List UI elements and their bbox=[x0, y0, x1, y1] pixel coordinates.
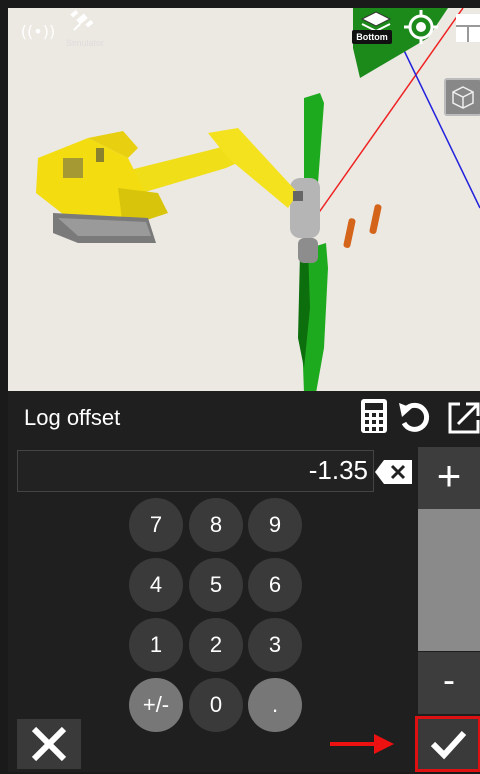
signal-broadcast-icon[interactable]: ((•)) bbox=[16, 16, 60, 46]
offset-value: -1.35 bbox=[308, 455, 368, 485]
map-grid-icon[interactable] bbox=[454, 12, 480, 44]
stepper-track[interactable] bbox=[418, 509, 480, 651]
panel-title: Log offset bbox=[24, 405, 121, 430]
close-icon bbox=[31, 726, 67, 762]
key-3[interactable]: 3 bbox=[248, 618, 302, 672]
key-9[interactable]: 9 bbox=[248, 498, 302, 552]
key-plus-minus[interactable]: +/- bbox=[129, 678, 183, 732]
increment-button[interactable]: + bbox=[418, 447, 480, 509]
confirm-button[interactable] bbox=[415, 716, 480, 772]
cancel-button[interactable] bbox=[17, 719, 81, 769]
backspace-icon[interactable] bbox=[374, 458, 414, 486]
simulator-label: Simulator bbox=[66, 38, 105, 48]
satellite-icon[interactable] bbox=[68, 8, 98, 36]
arrow-pointer-icon bbox=[330, 732, 396, 756]
key-8[interactable]: 8 bbox=[189, 498, 243, 552]
calculator-icon[interactable] bbox=[360, 398, 388, 434]
decrement-button[interactable]: - bbox=[418, 652, 480, 714]
key-decimal[interactable]: . bbox=[248, 678, 302, 732]
crosshair-icon[interactable] bbox=[404, 10, 438, 44]
key-0[interactable]: 0 bbox=[189, 678, 243, 732]
svg-text:((•)): ((•)) bbox=[21, 22, 55, 41]
key-2[interactable]: 2 bbox=[189, 618, 243, 672]
view-cube-icon[interactable] bbox=[444, 78, 480, 116]
key-7[interactable]: 7 bbox=[129, 498, 183, 552]
scene-drawing bbox=[36, 8, 480, 391]
open-external-icon[interactable] bbox=[446, 400, 480, 434]
checkmark-icon bbox=[430, 730, 467, 760]
key-5[interactable]: 5 bbox=[189, 558, 243, 612]
key-6[interactable]: 6 bbox=[248, 558, 302, 612]
key-1[interactable]: 1 bbox=[129, 618, 183, 672]
input-panel bbox=[8, 391, 480, 772]
layers-badge: Bottom bbox=[352, 30, 392, 44]
undo-icon[interactable] bbox=[396, 399, 432, 435]
3d-viewport[interactable]: ((•)) Simulator Bottom bbox=[8, 8, 480, 391]
key-4[interactable]: 4 bbox=[129, 558, 183, 612]
